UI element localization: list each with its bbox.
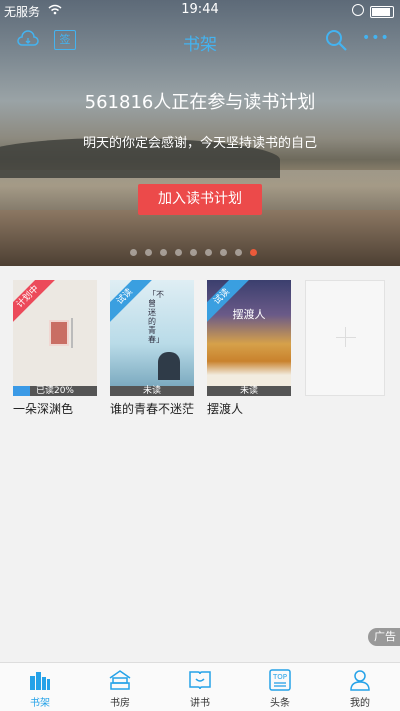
tab-bar: 书架 书房 讲书 TOP 头条 我的 <box>0 662 400 711</box>
book-title[interactable]: 一朵深渊色 <box>13 400 97 417</box>
plus-icon <box>336 337 356 338</box>
search-icon[interactable] <box>324 28 348 52</box>
join-reading-plan-button[interactable]: 加入读书计划 <box>138 184 262 215</box>
carousel-dot[interactable] <box>175 249 182 256</box>
ad-badge[interactable]: 广告 <box>368 628 400 646</box>
carousel-dot[interactable] <box>205 249 212 256</box>
cover-figure <box>158 352 180 380</box>
cover-art-text <box>71 318 73 348</box>
battery-icon <box>370 6 394 18</box>
carousel-dot[interactable] <box>220 249 227 256</box>
book-status: 已读20% <box>35 386 74 396</box>
plus-icon-vertical <box>345 327 346 347</box>
rotation-lock-icon <box>352 4 364 16</box>
tab-label: 头条 <box>270 698 290 709</box>
cover-art <box>49 320 69 346</box>
carousel-dot[interactable] <box>160 249 167 256</box>
reading-progress: 未读 <box>110 386 194 396</box>
book-cover[interactable]: 「不曾迷的青春」 试读 未读 <box>110 280 194 396</box>
add-book-button[interactable] <box>305 280 385 396</box>
book-item[interactable]: 摆渡人 试读 未读 摆渡人 <box>207 280 291 417</box>
carousel-dot[interactable] <box>145 249 152 256</box>
book-talk-icon <box>189 671 211 690</box>
book-item[interactable]: 「不曾迷的青春」 试读 未读 谁的青春不迷茫 <box>110 280 194 417</box>
top-news-icon: TOP <box>269 669 291 691</box>
tab-study-room[interactable]: 书房 <box>80 663 160 711</box>
carousel-dot[interactable] <box>130 249 137 256</box>
tab-label: 我的 <box>350 698 370 709</box>
book-cover[interactable]: 计划中 已读20% <box>13 280 97 396</box>
tab-label: 讲书 <box>190 698 210 709</box>
carousel-dot[interactable] <box>235 249 242 256</box>
tab-label: 书架 <box>30 698 50 709</box>
carousel-dot[interactable] <box>190 249 197 256</box>
book-status: 未读 <box>142 386 161 396</box>
reading-progress: 已读20% <box>13 386 97 396</box>
book-title[interactable]: 谁的青春不迷茫 <box>110 400 194 417</box>
tab-profile[interactable]: 我的 <box>320 663 400 711</box>
carousel-dots[interactable] <box>130 249 257 256</box>
reading-plan-count: 561816人正在参与读书计划 <box>84 92 316 113</box>
book-status: 未读 <box>239 386 258 396</box>
book-item[interactable]: 计划中 已读20% 一朵深渊色 <box>13 280 97 417</box>
bookshelf-icon <box>30 672 50 690</box>
top-news-icon-text: TOP <box>272 673 287 681</box>
banner[interactable]: 无服务 19:44 签 书架 ••• 561816人正在参与读书计划 明天的你定… <box>0 0 400 266</box>
tab-top-news[interactable]: TOP 头条 <box>240 663 320 711</box>
tab-bookshelf[interactable]: 书架 <box>0 663 80 711</box>
nav-bar: 签 书架 ••• <box>0 26 400 56</box>
reading-progress: 未读 <box>207 386 291 396</box>
profile-icon <box>350 670 370 691</box>
banner-slogan: 明天的你定会感谢，今天坚持读书的自己 <box>82 136 317 151</box>
more-icon: ••• <box>362 30 390 46</box>
status-bar: 无服务 19:44 <box>0 0 400 22</box>
cover-text: 「不曾迷的青春」 <box>148 290 164 344</box>
study-room-icon <box>109 670 131 690</box>
tab-label: 书房 <box>110 698 130 709</box>
banner-beach <box>0 210 400 266</box>
tab-book-talk[interactable]: 讲书 <box>160 663 240 711</box>
carousel-dot[interactable] <box>250 249 257 256</box>
book-cover[interactable]: 摆渡人 试读 未读 <box>207 280 291 396</box>
progress-fill <box>13 386 30 396</box>
clock: 19:44 <box>181 2 219 17</box>
more-button[interactable]: ••• <box>362 30 390 46</box>
book-title[interactable]: 摆渡人 <box>207 400 291 417</box>
